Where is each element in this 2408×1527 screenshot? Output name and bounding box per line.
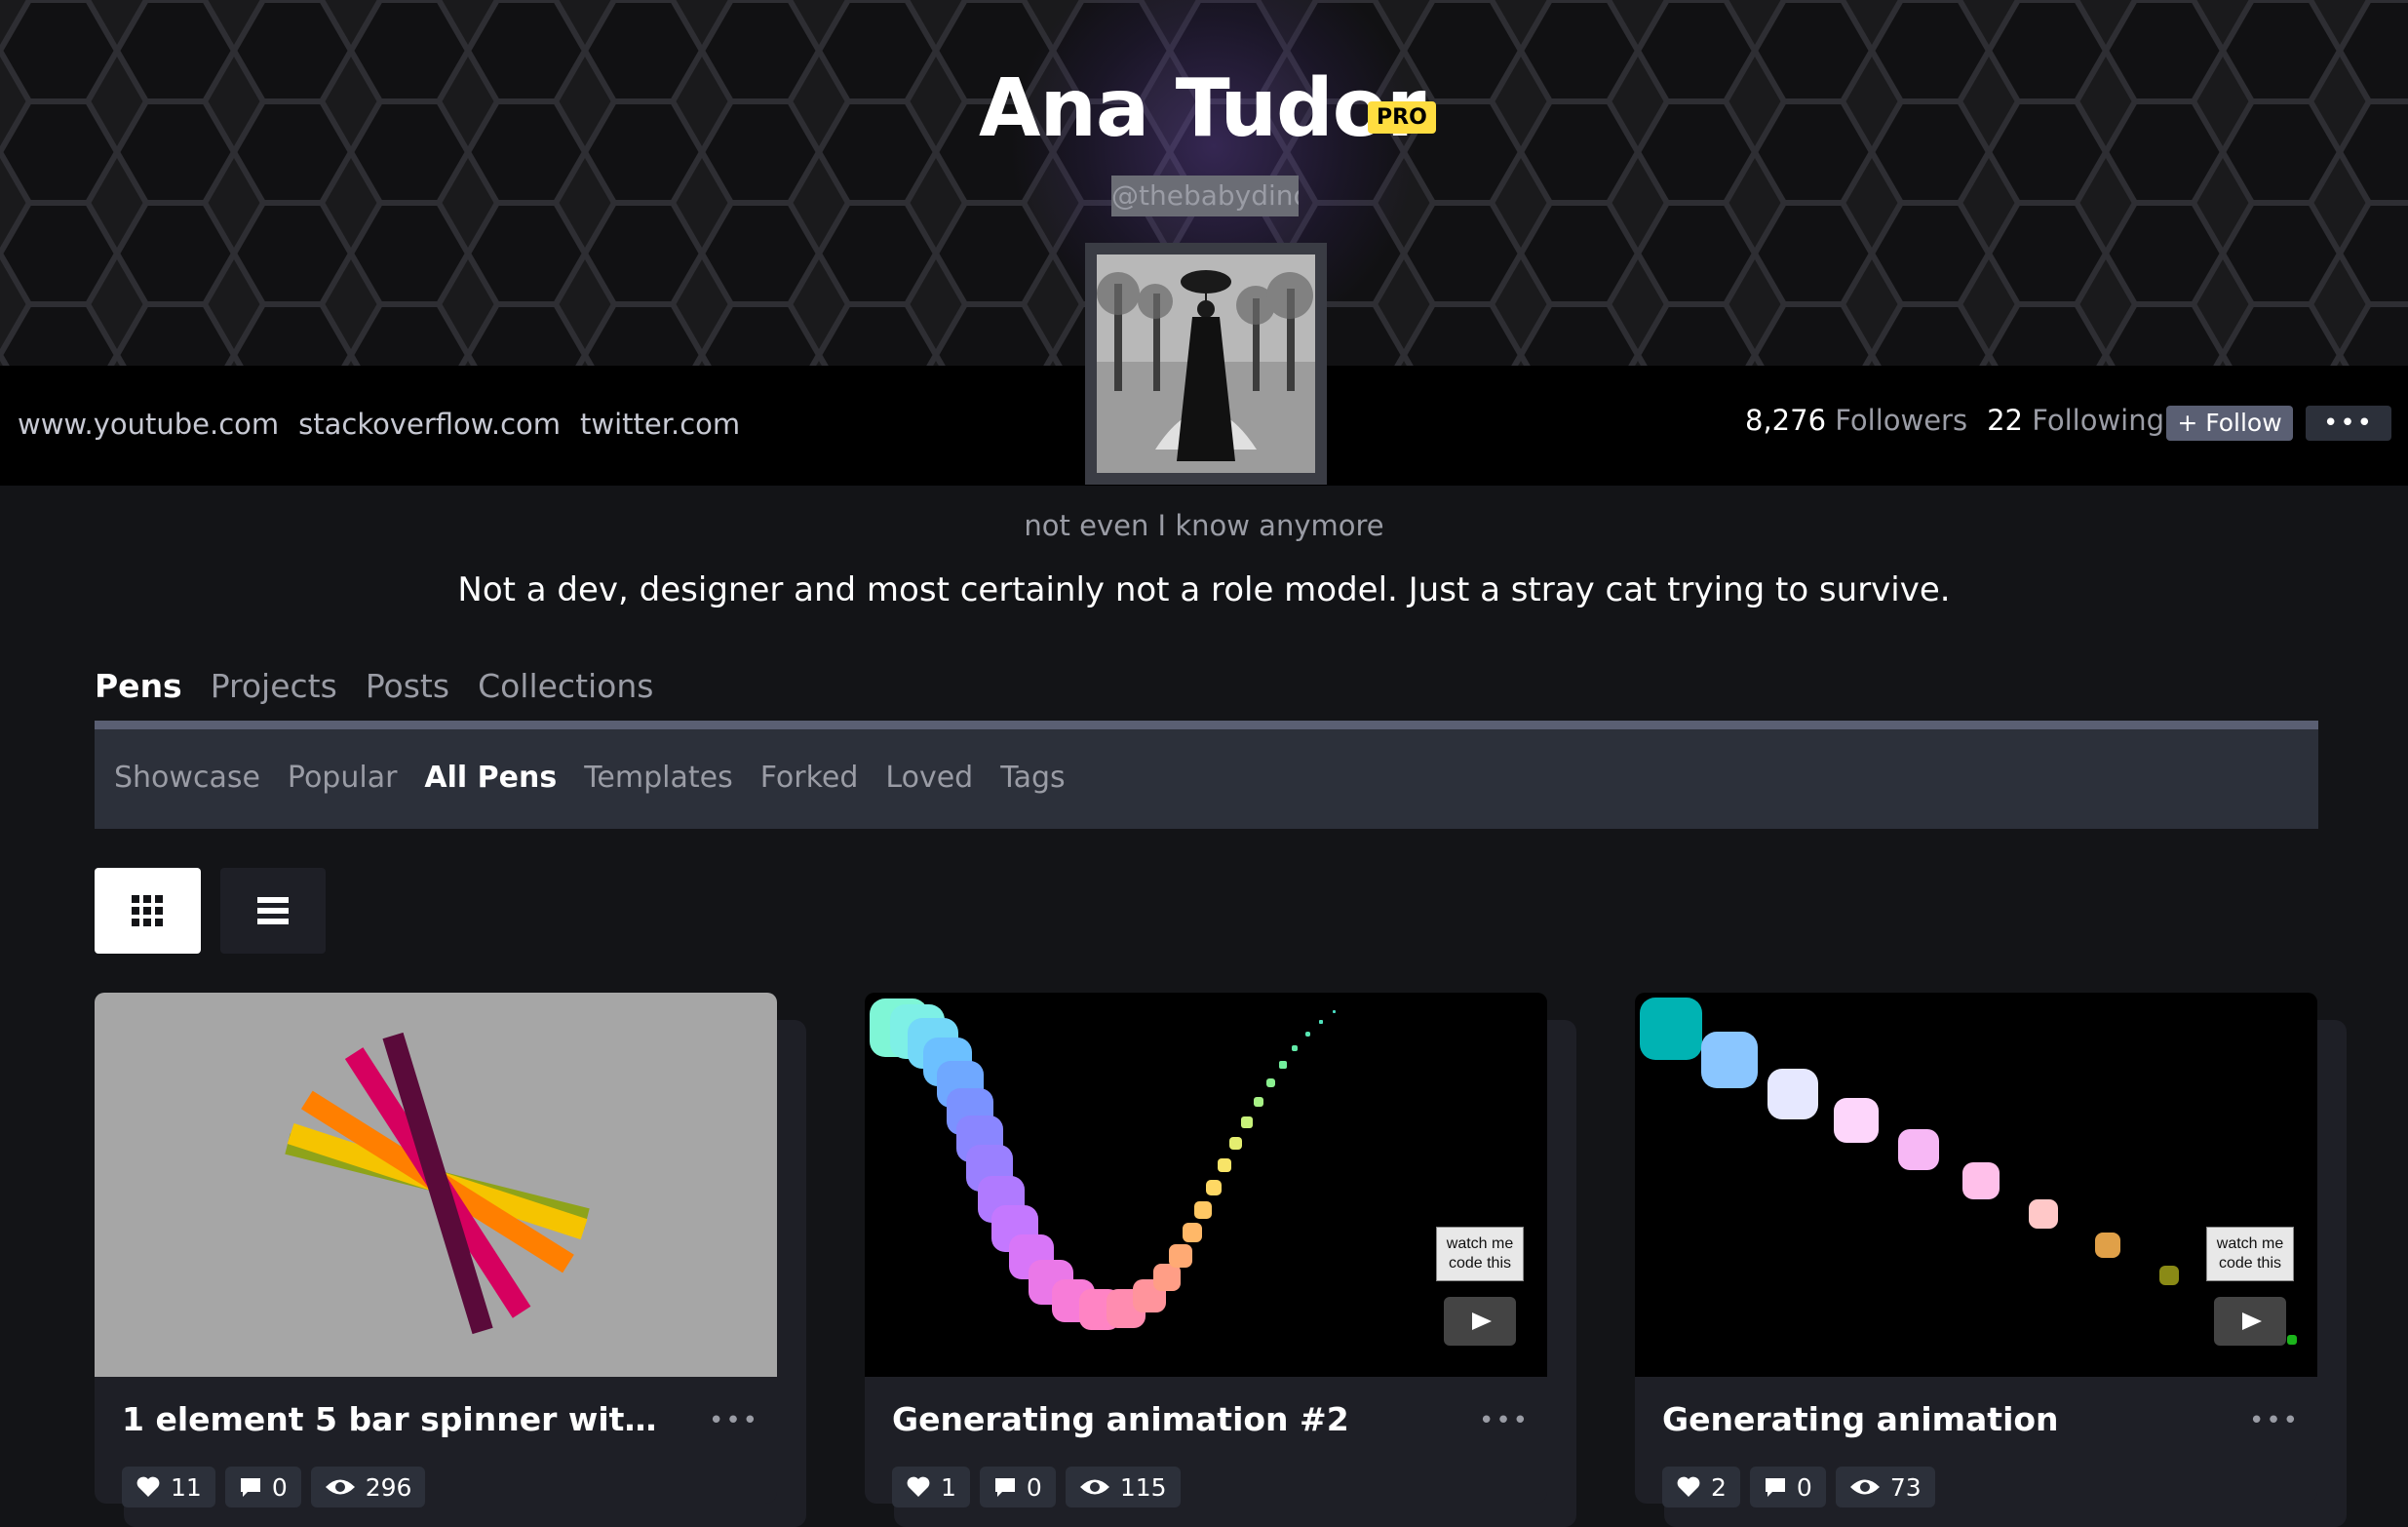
card-body: watch me code this Generating animation … bbox=[865, 993, 1547, 1507]
main-tabs: Pens Projects Posts Collections bbox=[95, 667, 653, 705]
profile-links: www.youtube.com stackoverflow.com twitte… bbox=[18, 408, 740, 441]
pen-preview[interactable] bbox=[95, 993, 777, 1377]
tab-projects[interactable]: Projects bbox=[211, 667, 337, 705]
followers-link[interactable]: 8,276 Followers bbox=[1745, 404, 1967, 437]
avatar-image bbox=[1097, 254, 1315, 473]
pen-title[interactable]: 1 element 5 bar spinner with Houdini bbox=[122, 1400, 678, 1438]
card-body: watch me code this Generating animation … bbox=[1635, 993, 2317, 1507]
subtab-showcase[interactable]: Showcase bbox=[114, 761, 260, 795]
profile-tagline: not even I know anymore bbox=[1024, 509, 1384, 542]
pen-stats: 11 0 296 bbox=[122, 1467, 426, 1507]
comment-icon bbox=[994, 1478, 1015, 1497]
avatar[interactable] bbox=[1085, 243, 1327, 485]
comment-count: 0 bbox=[1796, 1472, 1812, 1502]
like-button[interactable]: 1 bbox=[892, 1467, 970, 1507]
tab-divider bbox=[95, 721, 2318, 729]
watch-me-code-label[interactable]: watch me code this bbox=[2206, 1227, 2294, 1281]
list-icon bbox=[257, 897, 289, 924]
follow-button[interactable]: + Follow bbox=[2166, 406, 2293, 441]
list-view-button[interactable] bbox=[220, 868, 326, 954]
views-indicator: 115 bbox=[1065, 1467, 1181, 1507]
pen-preview[interactable]: watch me code this bbox=[1635, 993, 2317, 1377]
following-label: Following bbox=[2032, 404, 2165, 437]
heart-icon bbox=[1677, 1476, 1700, 1497]
subtab-forked[interactable]: Forked bbox=[760, 761, 859, 795]
profile-handle: @thebabydino bbox=[1111, 176, 1299, 216]
grid-icon bbox=[132, 895, 163, 926]
pen-stats: 2 0 73 bbox=[1662, 1467, 1935, 1507]
views-indicator: 296 bbox=[310, 1467, 426, 1507]
pen-title[interactable]: Generating animation #2 bbox=[892, 1400, 1448, 1438]
following-link[interactable]: 22 Following bbox=[1987, 404, 2164, 437]
subtab-templates[interactable]: Templates bbox=[584, 761, 733, 795]
pen-card: watch me code this Generating animation … bbox=[1635, 993, 2347, 1527]
heart-icon bbox=[907, 1476, 930, 1497]
view-count: 115 bbox=[1119, 1472, 1167, 1502]
pen-options-button[interactable]: ••• bbox=[2249, 1406, 2300, 1435]
pen-card: 1 element 5 bar spinner with Houdini •••… bbox=[95, 993, 806, 1527]
play-icon bbox=[1472, 1312, 1492, 1330]
like-count: 11 bbox=[171, 1472, 202, 1502]
card-body: 1 element 5 bar spinner with Houdini •••… bbox=[95, 993, 777, 1507]
pen-options-button[interactable]: ••• bbox=[709, 1406, 759, 1435]
profile-bio: Not a dev, designer and most certainly n… bbox=[457, 570, 1951, 609]
subtab-all-pens[interactable]: All Pens bbox=[424, 761, 557, 795]
eye-icon bbox=[1849, 1479, 1880, 1495]
followers-count: 8,276 bbox=[1745, 404, 1827, 437]
follow-stats: 8,276 Followers 22 Following bbox=[1745, 404, 2164, 437]
tab-pens[interactable]: Pens bbox=[95, 667, 182, 705]
bar-spinner-preview bbox=[285, 1032, 590, 1335]
comment-count: 0 bbox=[271, 1472, 288, 1502]
view-count: 296 bbox=[365, 1472, 412, 1502]
pens-subnav: Showcase Popular All Pens Templates Fork… bbox=[95, 729, 2318, 829]
comment-button[interactable]: 0 bbox=[224, 1467, 301, 1507]
view-count: 73 bbox=[1889, 1472, 1922, 1502]
views-indicator: 73 bbox=[1835, 1467, 1935, 1507]
avatar-photo bbox=[1097, 254, 1315, 473]
comment-button[interactable]: 0 bbox=[979, 1467, 1056, 1507]
play-button[interactable] bbox=[2214, 1297, 2286, 1346]
eye-icon bbox=[325, 1479, 355, 1495]
comment-button[interactable]: 0 bbox=[1749, 1467, 1826, 1507]
subtab-popular[interactable]: Popular bbox=[288, 761, 398, 795]
profile-name: Ana Tudor bbox=[979, 62, 1425, 155]
tab-posts[interactable]: Posts bbox=[366, 667, 449, 705]
pen-stats: 1 0 115 bbox=[892, 1467, 1181, 1507]
pen-title[interactable]: Generating animation bbox=[1662, 1400, 2218, 1438]
comment-icon bbox=[1765, 1478, 1785, 1497]
like-button[interactable]: 11 bbox=[122, 1467, 215, 1507]
pen-options-button[interactable]: ••• bbox=[1479, 1406, 1530, 1435]
like-button[interactable]: 2 bbox=[1662, 1467, 1740, 1507]
more-options-button[interactable]: ••• bbox=[2306, 406, 2391, 441]
comment-icon bbox=[240, 1478, 260, 1497]
like-count: 1 bbox=[941, 1472, 956, 1502]
link-twitter[interactable]: twitter.com bbox=[580, 408, 740, 441]
comment-count: 0 bbox=[1026, 1472, 1042, 1502]
pro-badge[interactable]: PRO bbox=[1368, 101, 1436, 134]
pen-preview[interactable]: watch me code this bbox=[865, 993, 1547, 1377]
following-count: 22 bbox=[1987, 404, 2023, 437]
play-icon bbox=[2242, 1312, 2262, 1330]
link-youtube[interactable]: www.youtube.com bbox=[18, 408, 279, 441]
heart-icon bbox=[136, 1476, 160, 1497]
grid-view-button[interactable] bbox=[95, 868, 201, 954]
subtab-loved[interactable]: Loved bbox=[885, 761, 973, 795]
tab-collections[interactable]: Collections bbox=[478, 667, 653, 705]
pen-card: watch me code this Generating animation … bbox=[865, 993, 1576, 1527]
eye-icon bbox=[1079, 1479, 1109, 1495]
subtab-tags[interactable]: Tags bbox=[1000, 761, 1065, 795]
like-count: 2 bbox=[1711, 1472, 1727, 1502]
watch-me-code-label[interactable]: watch me code this bbox=[1436, 1227, 1524, 1281]
followers-label: Followers bbox=[1835, 404, 1968, 437]
link-stackoverflow[interactable]: stackoverflow.com bbox=[298, 408, 561, 441]
play-button[interactable] bbox=[1444, 1297, 1516, 1346]
